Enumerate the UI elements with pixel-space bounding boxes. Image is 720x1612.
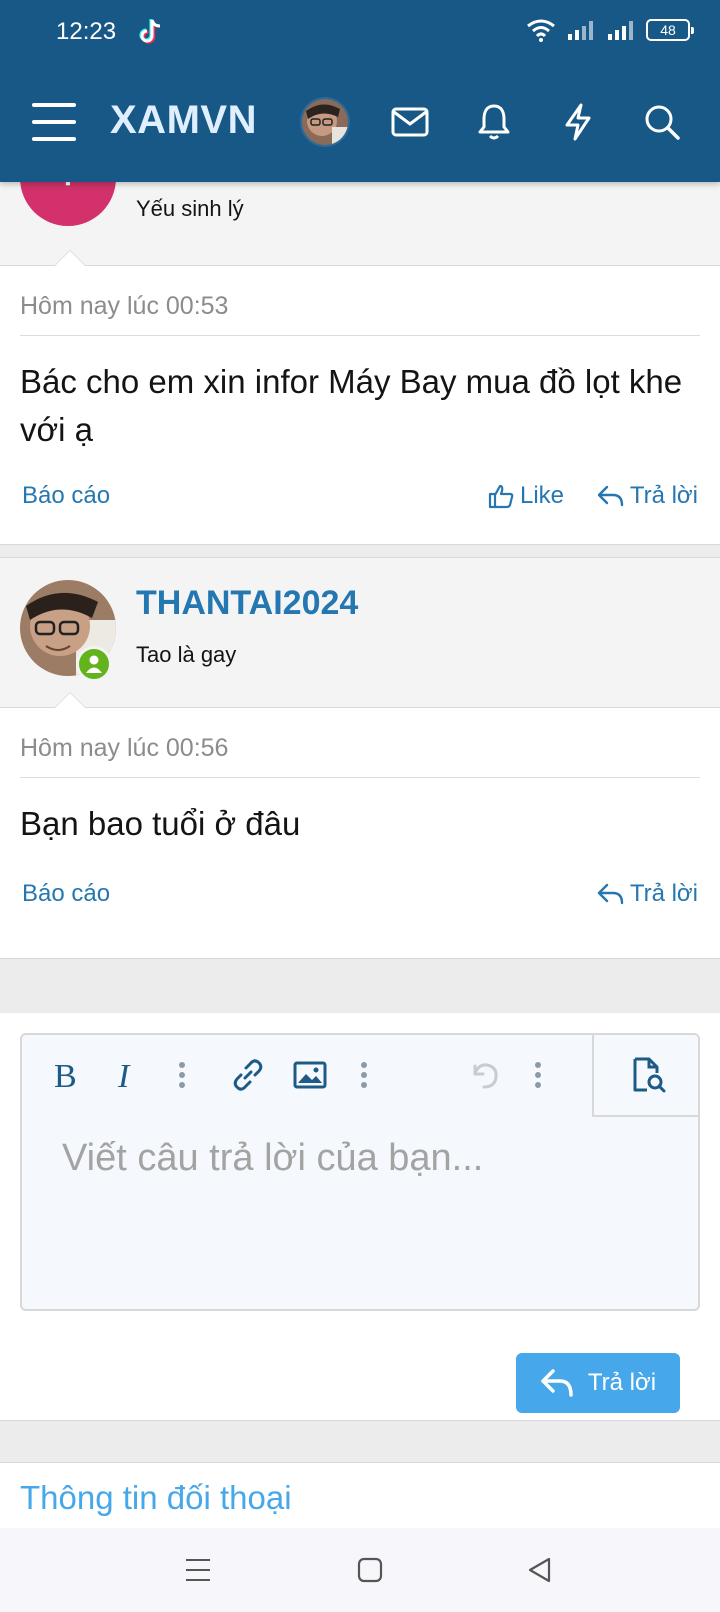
post-date[interactable]: Hôm nay lúc 00:56 (20, 708, 700, 778)
more-insert-options-icon[interactable] (344, 1055, 384, 1095)
recent-apps-icon[interactable] (180, 1552, 216, 1588)
thread-content: T Yếu sinh lý Hôm nay lúc 00:53 Bác cho … (0, 130, 720, 936)
like-label: Like (519, 482, 564, 509)
wifi-icon (527, 19, 555, 42)
post-date[interactable]: Hôm nay lúc 00:53 (20, 266, 700, 336)
pointer-arrow (54, 692, 86, 708)
bell-icon[interactable] (472, 100, 516, 144)
submit-reply-button[interactable]: Trả lời (516, 1353, 680, 1413)
account-avatar[interactable] (300, 97, 350, 147)
signal-icon (568, 21, 593, 40)
home-icon[interactable] (352, 1552, 388, 1588)
more-options-icon[interactable] (518, 1055, 558, 1095)
post-body: Bác cho em xin infor Máy Bay mua đồ lọt … (20, 363, 683, 448)
post-body: Bạn bao tuổi ở đâu (20, 805, 301, 842)
reply-editor[interactable]: B I Viết câu trả lời của bạn... (20, 1033, 700, 1311)
status-indicators: 48 (526, 18, 694, 42)
post-actions: Báo cáo Like Trả lời (20, 482, 700, 522)
editor-toolbar: B I (22, 1035, 698, 1117)
tiktok-icon (139, 19, 161, 44)
user-title: Tao là gay (136, 642, 237, 667)
battery-level: 48 (660, 22, 676, 38)
app-header: 12:23 48 XAMVN (0, 0, 720, 182)
reply-link[interactable]: Trả lời (596, 482, 698, 510)
report-link[interactable]: Báo cáo (22, 482, 110, 510)
report-link[interactable]: Báo cáo (22, 880, 110, 908)
system-navigation-bar (0, 1528, 720, 1612)
signal-icon-2 (608, 21, 633, 40)
inbox-envelope-icon[interactable] (388, 100, 432, 144)
submit-label: Trả lời (587, 1369, 657, 1396)
preview-icon[interactable] (592, 1035, 698, 1117)
svg-text:I: I (117, 1059, 131, 1091)
hamburger-menu-icon[interactable] (32, 103, 76, 141)
site-logo[interactable]: XAMVN (110, 98, 257, 143)
battery-icon: 48 (646, 19, 694, 41)
reply-textarea[interactable]: Viết câu trả lời của bạn... (62, 1137, 483, 1180)
quick-reply-block: B I Viết câu trả lời của bạn... Trả lời (0, 1013, 720, 1421)
svg-text:B: B (54, 1059, 77, 1091)
post-actions: Báo cáo Trả lời (20, 880, 700, 920)
more-text-options-icon[interactable] (162, 1055, 202, 1095)
reply-label: Trả lời (629, 482, 698, 509)
reply-arrow-icon (541, 1369, 573, 1397)
post-separator (0, 544, 720, 558)
conversation-info-title: Thông tin đối thoại (20, 1479, 292, 1516)
reply-link[interactable]: Trả lời (596, 880, 698, 908)
post-user-header: THANTAI2024 Tao là gay (0, 558, 720, 708)
link-icon[interactable] (228, 1055, 268, 1095)
image-icon[interactable] (290, 1055, 330, 1095)
search-icon[interactable] (640, 100, 684, 144)
reply-arrow-icon (597, 883, 624, 905)
like-button[interactable]: Like (488, 482, 564, 510)
status-time: 12:23 (56, 18, 117, 45)
italic-icon[interactable]: I (108, 1055, 148, 1095)
lightning-icon[interactable] (556, 100, 600, 144)
back-icon[interactable] (522, 1552, 558, 1588)
post-message: Hôm nay lúc 00:53 Bác cho em xin infor M… (0, 266, 720, 544)
bold-icon[interactable]: B (46, 1055, 86, 1095)
post-message: Hôm nay lúc 00:56 Bạn bao tuổi ở đâu Báo… (0, 708, 720, 936)
user-title: Yếu sinh lý (136, 196, 244, 221)
quick-reply-section: B I Viết câu trả lời của bạn... Trả lời (0, 958, 720, 1421)
reply-label: Trả lời (629, 880, 698, 907)
conversation-info-block: Thông tin đối thoại (0, 1462, 720, 1532)
undo-icon[interactable] (464, 1055, 504, 1095)
thumbs-up-icon (488, 484, 514, 509)
username-link[interactable]: THANTAI2024 (136, 584, 358, 623)
reply-arrow-icon (597, 485, 624, 507)
pointer-arrow (54, 250, 86, 266)
post-user-header: T Yếu sinh lý (0, 130, 720, 266)
online-status-icon (76, 646, 112, 682)
